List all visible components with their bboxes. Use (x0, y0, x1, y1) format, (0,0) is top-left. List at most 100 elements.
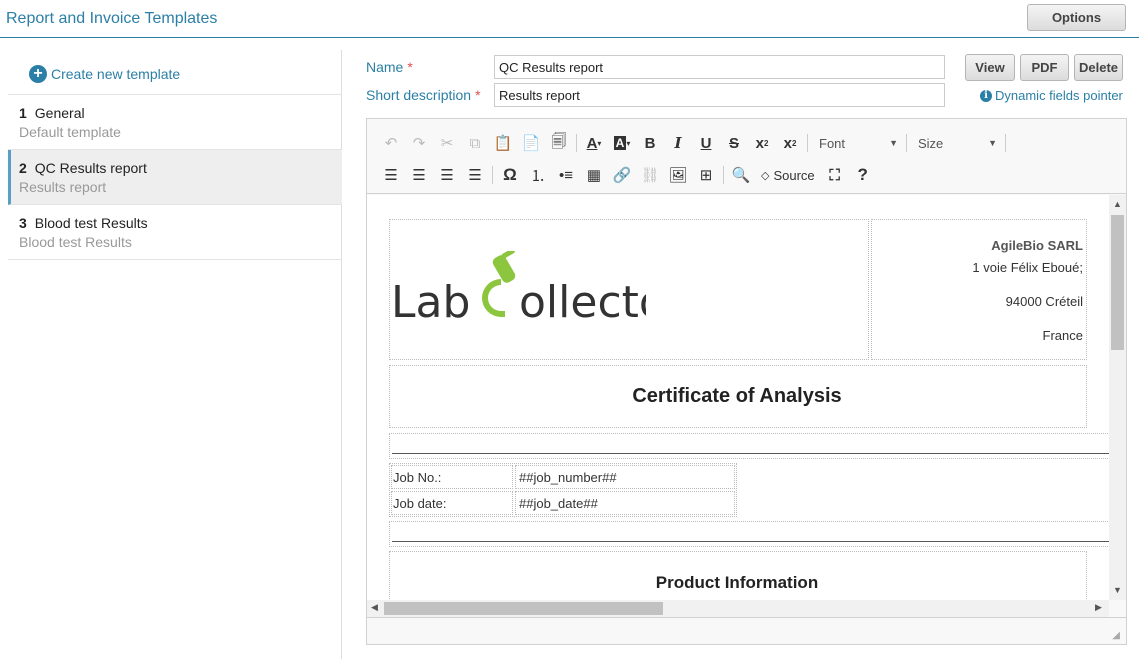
undo-icon[interactable]: ↶ (377, 130, 405, 156)
template-name: Blood test Results (34, 215, 148, 231)
name-input[interactable] (494, 55, 945, 79)
template-name: QC Results report (34, 160, 147, 176)
table-icon[interactable]: ▦ (580, 162, 608, 188)
image-icon[interactable]: 🖼 (664, 162, 692, 188)
template-item-general[interactable]: 1 General Default template (8, 95, 342, 150)
required-mark: * (407, 59, 413, 75)
divider-line (392, 541, 1109, 542)
maximize-icon[interactable]: ⛶ (821, 162, 849, 188)
strikethrough-icon[interactable]: S (720, 130, 748, 156)
bulleted-list-icon[interactable]: •≡ (552, 162, 580, 188)
template-description: Results report (19, 179, 107, 195)
link-icon[interactable]: 🔗 (608, 162, 636, 188)
job-date-label: Job date: (393, 496, 447, 511)
cut-icon[interactable]: ✂ (433, 130, 461, 156)
source-button[interactable]: ◇ Source (755, 162, 821, 188)
job-no-value-cell: ##job_number## (515, 465, 735, 489)
address-line-2: 94000 Créteil (1005, 294, 1083, 309)
underline-icon[interactable]: U (692, 130, 720, 156)
view-button[interactable]: View (965, 54, 1015, 81)
align-right-icon[interactable]: ☰ (433, 162, 461, 188)
horizontal-scrollbar[interactable]: ◀ ▶ (367, 600, 1109, 617)
short-description-input[interactable] (494, 83, 945, 107)
template-description: Blood test Results (19, 234, 132, 250)
resize-handle-icon[interactable]: ◢ (1112, 630, 1120, 641)
align-center-icon[interactable]: ☰ (405, 162, 433, 188)
size-select[interactable]: Size ▼ (910, 132, 1002, 154)
editor-toolbar: ↶ ↷ ✂ ⧉ 📋 📄 🗐 A ▾ A ▾ B I U S x2 x2 Font ▼ … (367, 119, 1126, 194)
template-list: 1 General Default template 2 QC Results re… (8, 94, 342, 260)
horizontal-scroll-thumb[interactable] (384, 602, 663, 615)
options-button[interactable]: Options (1027, 4, 1126, 31)
template-number: 3 (19, 215, 27, 231)
create-template-label: Create new template (51, 66, 181, 82)
address-cell: AgileBio SARL 1 voie Félix Eboué; 94000 … (871, 219, 1087, 360)
template-item-blood-test[interactable]: 3 Blood test Results Blood test Results (8, 205, 342, 260)
justify-icon[interactable]: ☰ (461, 162, 489, 188)
divider-line (392, 453, 1109, 454)
bold-icon[interactable]: B (636, 130, 664, 156)
font-select[interactable]: Font ▼ (811, 132, 903, 154)
unlink-icon[interactable]: ⛓ (636, 162, 664, 188)
logo-text-ollector: ollector (519, 277, 646, 321)
toolbar-separator (576, 134, 577, 152)
toolbar-separator (723, 166, 724, 184)
rule-cell (389, 521, 1109, 547)
scroll-down-icon[interactable]: ▼ (1113, 585, 1122, 595)
create-template-link[interactable]: + Create new template (29, 64, 180, 84)
info-icon: i (980, 89, 992, 102)
paste-text-icon[interactable]: 📄 (517, 130, 545, 156)
align-left-icon[interactable]: ☰ (377, 162, 405, 188)
scroll-left-icon[interactable]: ◀ (371, 602, 378, 613)
page-header: Report and Invoice Templates Options (0, 0, 1139, 38)
job-date-value-cell: ##job_date## (515, 491, 735, 515)
template-name: General (34, 105, 85, 121)
size-select-label: Size (918, 135, 944, 151)
italic-icon[interactable]: I (664, 130, 692, 156)
short-description-label: Short description * (366, 87, 481, 103)
toolbar-separator (906, 134, 907, 152)
labcollector-logo: Lab ollector (391, 248, 685, 328)
logo-text-lab: Lab (391, 277, 470, 321)
template-item-qc-results[interactable]: 2 QC Results report Results report (8, 150, 342, 205)
address-line-1: 1 voie Félix Eboué; (972, 260, 1083, 275)
paste-word-icon[interactable]: 🗐 (545, 130, 573, 156)
editor-status-bar: ◢ (367, 617, 1126, 644)
insert-image-icon[interactable]: ⊞ (692, 162, 720, 188)
company-name: AgileBio SARL (991, 238, 1083, 253)
paste-icon[interactable]: 📋 (489, 130, 517, 156)
chevron-down-icon: ▼ (988, 138, 997, 148)
special-char-icon[interactable]: Ω (496, 162, 524, 188)
numbered-list-icon[interactable]: ⒈ (524, 162, 552, 188)
editor-content[interactable]: Lab ollector AgileBio SARL 1 voie Félix … (367, 195, 1109, 600)
vertical-scrollbar[interactable]: ▲ ▼ (1109, 195, 1126, 600)
source-icon: ◇ (761, 169, 770, 182)
template-sidebar: + Create new template 1 General Default t… (8, 50, 342, 659)
text-color-icon[interactable]: A ▾ (580, 130, 608, 156)
plus-circle-icon: + (29, 65, 47, 83)
redo-icon[interactable]: ↷ (405, 130, 433, 156)
scroll-up-icon[interactable]: ▲ (1113, 199, 1122, 209)
job-date-value: ##job_date## (519, 496, 598, 511)
preview-icon[interactable]: 🔍 (727, 162, 755, 188)
scroll-right-icon[interactable]: ▶ (1095, 602, 1102, 613)
vertical-scroll-thumb[interactable] (1111, 215, 1124, 350)
toolbar-separator (807, 134, 808, 152)
source-label: Source (773, 167, 815, 183)
chevron-down-icon: ▼ (889, 138, 898, 148)
pdf-button[interactable]: PDF (1020, 54, 1069, 81)
toolbar-separator (1005, 134, 1006, 152)
delete-button[interactable]: Delete (1074, 54, 1123, 81)
job-no-value: ##job_number## (519, 470, 617, 485)
toolbar-separator (492, 166, 493, 184)
template-number: 2 (19, 160, 27, 176)
subscript-icon[interactable]: x2 (748, 130, 776, 156)
font-select-label: Font (819, 135, 846, 151)
help-icon[interactable]: ? (849, 162, 877, 188)
short-description-label-text: Short description (366, 87, 472, 103)
dynamic-fields-pointer-link[interactable]: i Dynamic fields pointer (980, 88, 1123, 103)
superscript-icon[interactable]: x2 (776, 130, 804, 156)
background-color-icon[interactable]: A ▾ (608, 130, 636, 156)
toolbar-row-1: ↶ ↷ ✂ ⧉ 📋 📄 🗐 A ▾ A ▾ B I U S x2 x2 Font ▼ … (377, 129, 1009, 157)
copy-icon[interactable]: ⧉ (461, 130, 489, 156)
